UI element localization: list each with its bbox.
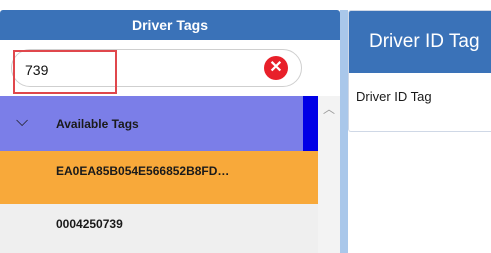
chevron-up-icon[interactable]: ︿	[323, 100, 335, 117]
right-panel-header: Driver ID Tag	[349, 11, 491, 73]
tag-label: EA0EA85B054E566852B8FD…	[56, 164, 230, 178]
search-area	[0, 40, 340, 96]
right-panel-title: Driver ID Tag	[369, 31, 480, 52]
group-accent-bar	[303, 96, 318, 151]
chevron-down-icon[interactable]: ⌵	[16, 113, 28, 131]
group-label: Available Tags	[56, 117, 139, 131]
driver-id-tag-label: Driver ID Tag	[356, 89, 432, 104]
close-circle-icon[interactable]: ✕	[264, 56, 288, 80]
tag-list: ⌵ Available Tags EA0EA85B054E566852B8FD……	[0, 96, 318, 253]
driver-tags-panel: Driver Tags ✕ ⌵ Available Tags EA0EA85B0…	[0, 0, 340, 253]
scrollbar[interactable]: ︿	[318, 96, 340, 253]
search-box[interactable]	[11, 49, 302, 87]
available-tags-group[interactable]: ⌵ Available Tags	[0, 96, 303, 151]
search-input[interactable]	[25, 60, 235, 80]
list-item[interactable]: EA0EA85B054E566852B8FD…	[0, 151, 318, 204]
panel-divider[interactable]	[340, 10, 348, 253]
panel-title: Driver Tags	[132, 17, 208, 33]
list-item[interactable]: 0004250739	[0, 204, 318, 253]
tag-label: 0004250739	[56, 217, 123, 231]
driver-tags-header: Driver Tags	[0, 10, 340, 40]
driver-id-tag-panel: Driver ID Tag Driver ID Tag	[348, 10, 491, 132]
